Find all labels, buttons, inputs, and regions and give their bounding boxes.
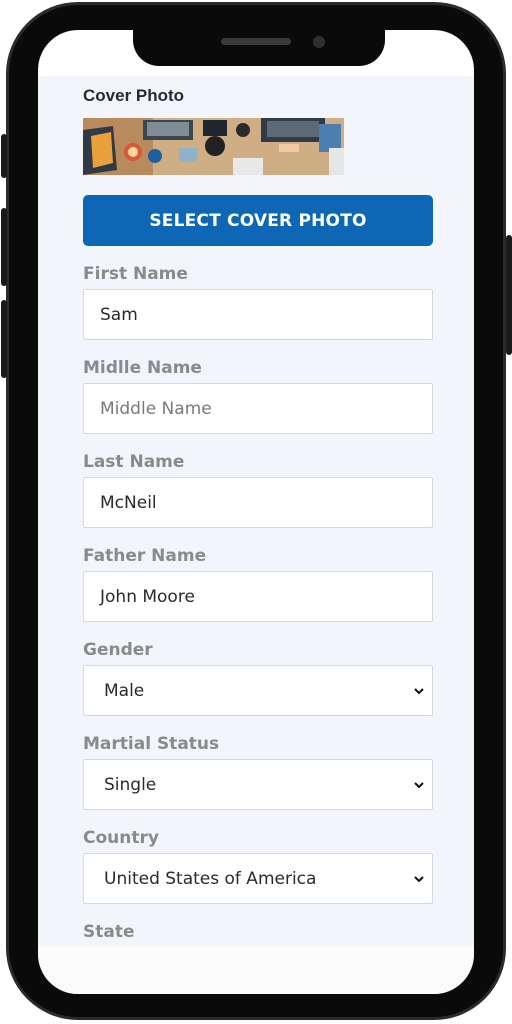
cover-photo-image: [83, 118, 344, 175]
front-camera: [313, 36, 325, 48]
gender-value: Male: [104, 680, 145, 701]
middle-name-placeholder: Middle Name: [100, 398, 212, 419]
martial-status-select[interactable]: Single: [83, 759, 433, 810]
chevron-down-icon: [414, 781, 424, 788]
father-name-label: Father Name: [83, 546, 207, 566]
mute-switch: [1, 134, 7, 178]
middle-name-label: Midlle Name: [83, 358, 202, 378]
profile-form: Cover Photo SELECT COVER PHOTO First Nam…: [38, 76, 474, 967]
first-name-label: First Name: [83, 264, 188, 284]
last-name-field[interactable]: McNeil: [83, 477, 433, 528]
notch: [133, 28, 385, 66]
first-name-value: Sam: [100, 304, 138, 325]
father-name-field[interactable]: John Moore: [83, 571, 433, 622]
first-name-field[interactable]: Sam: [83, 289, 433, 340]
cover-photo-title: Cover Photo: [83, 86, 185, 105]
chevron-down-icon: [414, 875, 424, 882]
last-name-value: McNeil: [100, 492, 157, 513]
state-label: State: [83, 922, 135, 942]
last-name-label: Last Name: [83, 452, 185, 472]
country-value: United States of America: [104, 868, 317, 889]
father-name-value: John Moore: [100, 586, 195, 607]
chevron-down-icon: [414, 687, 424, 694]
martial-status-label: Martial Status: [83, 734, 220, 754]
martial-status-value: Single: [104, 774, 157, 795]
power-button: [506, 235, 512, 355]
volume-up-button: [1, 208, 7, 286]
volume-down-button: [1, 300, 7, 378]
gender-select[interactable]: Male: [83, 665, 433, 716]
country-label: Country: [83, 828, 159, 848]
phone-screen: Cover Photo SELECT COVER PHOTO First Nam…: [38, 30, 474, 994]
country-select[interactable]: United States of America: [83, 853, 433, 904]
speaker-grille: [221, 38, 291, 45]
select-cover-photo-button[interactable]: SELECT COVER PHOTO: [83, 195, 433, 246]
cover-photo-desk-illustration: [83, 118, 344, 175]
gender-label: Gender: [83, 640, 153, 660]
middle-name-field[interactable]: Middle Name: [83, 383, 433, 434]
bottom-area: [38, 946, 474, 994]
